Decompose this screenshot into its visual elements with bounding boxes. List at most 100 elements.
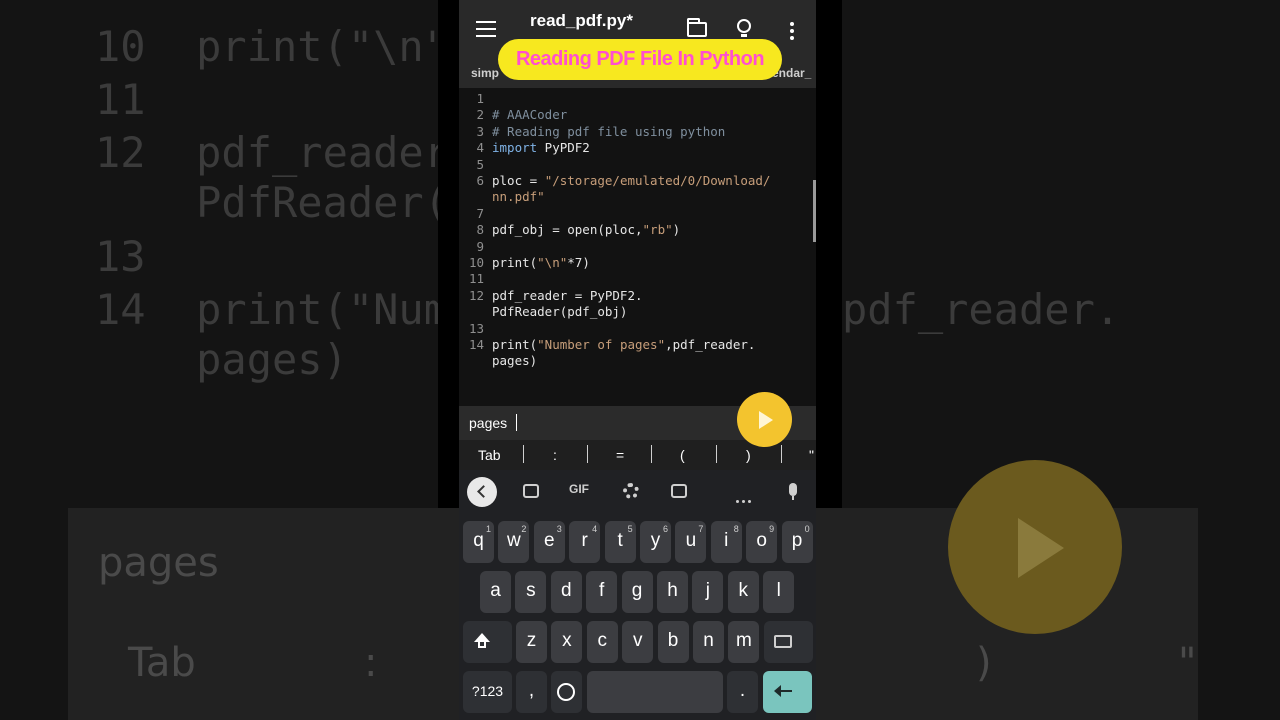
key-r[interactable]: r4 [569, 521, 601, 563]
key-p[interactable]: p0 [781, 521, 813, 563]
gif-button[interactable]: GIF [569, 482, 589, 496]
tab-left[interactable]: simp [471, 66, 499, 80]
code-line[interactable]: 2 # AAACoder [459, 106, 816, 123]
key-f[interactable]: f [586, 571, 618, 613]
code-text: pages) [492, 352, 537, 369]
more-options-icon[interactable] [790, 22, 794, 43]
code-line[interactable]: 4 import PyPDF2 [459, 139, 816, 156]
code-line[interactable]: PdfReader(pdf_obj) [459, 303, 816, 320]
code-line[interactable]: 6 ploc = "/storage/emulated/0/Download/ [459, 172, 816, 189]
code-line[interactable]: 8 pdf_obj = open(ploc,"rb") [459, 221, 816, 238]
key-n[interactable]: n [693, 621, 724, 663]
key-k[interactable]: k [727, 571, 759, 613]
code-text: import PyPDF2 [492, 139, 590, 156]
settings-icon[interactable] [623, 483, 639, 499]
file-title: read_pdf.py* [530, 11, 633, 30]
key-x[interactable]: x [551, 621, 583, 663]
key-label: t [617, 530, 623, 551]
key-e[interactable]: e3 [533, 521, 565, 563]
backspace-key[interactable] [764, 621, 813, 663]
symbol-tab[interactable]: Tab [478, 447, 501, 463]
key-q[interactable]: q1 [463, 521, 494, 563]
key-l[interactable]: l [763, 571, 795, 613]
key-s[interactable]: s [515, 571, 547, 613]
code-line[interactable]: 12 pdf_reader = PyPDF2. [459, 287, 816, 304]
key-z[interactable]: z [516, 621, 547, 663]
line-number: 11 [468, 271, 484, 287]
key-w[interactable]: w2 [498, 521, 530, 563]
code-segment: print( [492, 337, 538, 352]
line-number: 1 [476, 91, 484, 106]
period-key[interactable]: . [727, 671, 758, 713]
comma-key[interactable]: , [516, 671, 547, 713]
background-line: pdf_reader. [842, 285, 1121, 334]
key-number-hint: 3 [556, 524, 562, 534]
symbol-quote[interactable]: " [809, 447, 814, 463]
code-editor[interactable]: 1 2 # AAACoder 3 # Reading pdf file using py… [459, 88, 816, 406]
code-line[interactable]: 7 [459, 205, 816, 222]
code-line[interactable]: 1 [459, 90, 816, 107]
more-icon[interactable] [736, 488, 754, 507]
symbol-close-paren[interactable]: ) [746, 447, 751, 463]
line-number: 13 [468, 320, 484, 336]
key-c[interactable]: c [586, 621, 618, 663]
play-icon[interactable] [737, 392, 792, 447]
key-v[interactable]: v [622, 621, 654, 663]
key-number-hint: 9 [769, 524, 775, 534]
translate-icon[interactable] [671, 484, 687, 498]
menu-icon[interactable] [476, 21, 496, 37]
code-line[interactable]: 13 [459, 320, 816, 337]
code-line[interactable]: nn.pdf" [459, 188, 816, 205]
background-line: 11 [95, 75, 146, 124]
code-line[interactable]: pages) [459, 352, 816, 369]
code-segment: PdfReader(pdf_obj) [492, 304, 628, 320]
code-line[interactable]: 5 [459, 156, 816, 173]
phone-screen: read_pdf.py* simp endar_ Reading PDF Fil… [459, 0, 816, 720]
symbol-equals[interactable]: = [616, 447, 624, 463]
back-icon[interactable] [467, 477, 497, 507]
key-a[interactable]: a [480, 571, 511, 613]
key-y[interactable]: y6 [640, 521, 671, 563]
code-text: # AAACoder [492, 106, 567, 123]
key-d[interactable]: d [550, 571, 582, 613]
space-key[interactable] [587, 671, 723, 713]
key-number-hint: 0 [804, 524, 810, 534]
sticker-icon[interactable] [523, 484, 539, 498]
background-quote: " [1178, 640, 1197, 686]
code-line[interactable]: 10 print("\n"*7) [459, 254, 816, 271]
emoji-key[interactable] [551, 671, 582, 713]
key-label: a [490, 580, 501, 601]
key-j[interactable]: j [692, 571, 724, 613]
numbers-key[interactable]: ?123 [463, 671, 512, 713]
code-segment: print( [492, 255, 538, 270]
key-h[interactable]: h [657, 571, 688, 613]
line-number: 3 [476, 123, 484, 139]
microphone-icon[interactable] [789, 483, 797, 500]
background-colon: : [364, 640, 378, 686]
code-line[interactable]: 3 # Reading pdf file using python [459, 123, 816, 140]
key-label: w [507, 530, 521, 551]
key-m[interactable]: m [728, 621, 760, 663]
code-line[interactable]: 14 print("Number of pages",pdf_reader. [459, 336, 816, 353]
code-line[interactable]: 9 [459, 238, 816, 255]
shift-key[interactable] [463, 621, 512, 663]
suggestion-word[interactable]: pages [469, 415, 507, 431]
key-label: n [703, 630, 714, 651]
key-o[interactable]: o9 [746, 521, 778, 563]
symbol-colon[interactable]: : [553, 447, 557, 463]
key-i[interactable]: i8 [710, 521, 742, 563]
lightbulb-icon[interactable] [737, 19, 751, 37]
line-number: 2 [476, 107, 484, 123]
background-suggest: pages [98, 540, 219, 586]
key-number-hint: 5 [627, 524, 633, 534]
enter-key[interactable] [763, 671, 812, 713]
key-u[interactable]: u7 [675, 521, 707, 563]
key-t[interactable]: t5 [604, 521, 636, 563]
folder-icon[interactable] [687, 18, 707, 37]
key-b[interactable]: b [657, 621, 689, 663]
symbol-open-paren[interactable]: ( [680, 447, 685, 463]
code-line[interactable]: 11 [459, 270, 816, 287]
key-g[interactable]: g [621, 571, 653, 613]
code-string: "rb" [642, 222, 673, 238]
line-number: 10 [468, 255, 484, 270]
